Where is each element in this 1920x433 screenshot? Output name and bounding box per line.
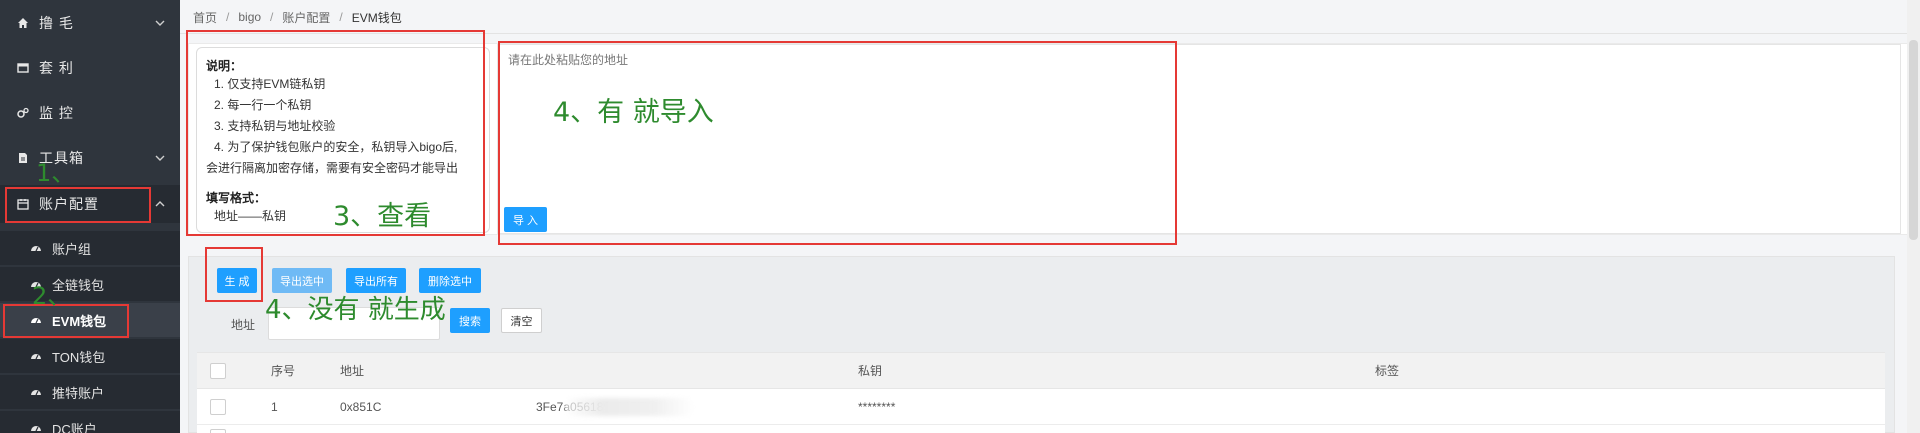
table-header: 序号 地址 私钥 标签 bbox=[197, 352, 1885, 389]
generate-button[interactable]: 生 成 bbox=[217, 268, 257, 293]
row-checkbox[interactable] bbox=[210, 429, 226, 433]
sidebar-item-evm-wallet[interactable]: EVM钱包 bbox=[0, 303, 180, 337]
breadcrumb-separator: / bbox=[339, 10, 343, 24]
sidebar-item-label: 套 利 bbox=[39, 60, 74, 76]
breadcrumb-bigo[interactable]: bigo bbox=[238, 10, 261, 24]
sidebar-item-label: 账户配置 bbox=[39, 196, 99, 212]
dashboard-icon bbox=[30, 422, 42, 433]
sidebar-item-label: 全链钱包 bbox=[52, 277, 105, 293]
sidebar-item-taoli[interactable]: 套 利 bbox=[0, 50, 180, 86]
address-search-input[interactable] bbox=[268, 307, 440, 340]
import-button[interactable]: 导 入 bbox=[504, 207, 547, 232]
window-icon bbox=[17, 62, 29, 74]
row-checkbox[interactable] bbox=[210, 398, 226, 415]
instructions-card: 说明： 1. 仅支持EVM链私钥 2. 每一行一个私钥 3. 支持私钥与地址校验… bbox=[196, 47, 490, 233]
app-window: 撸 毛 套 利 监 控 工具箱 账户配置 账户组 全链钱包 EVM钱包 TON钱… bbox=[0, 0, 1920, 433]
sidebar-item-label: TON钱包 bbox=[52, 349, 106, 365]
sidebar-item-ton-wallet[interactable]: TON钱包 bbox=[0, 339, 180, 373]
redacted-address-blur bbox=[564, 398, 694, 416]
sidebar-item-label: DC账户 bbox=[52, 421, 97, 433]
scrollbar[interactable] bbox=[1907, 0, 1920, 433]
address-label: 地址 bbox=[231, 318, 256, 332]
column-header-tag: 标签 bbox=[1375, 364, 1400, 378]
sidebar-item-jiankong[interactable]: 监 控 bbox=[0, 95, 180, 131]
sidebar-item-account-group[interactable]: 账户组 bbox=[0, 231, 180, 265]
sidebar-item-label: 推特账户 bbox=[52, 385, 105, 401]
format-line: 地址——私钥 bbox=[214, 209, 287, 223]
import-textarea[interactable] bbox=[498, 45, 1900, 233]
sidebar-item-account-config[interactable]: 账户配置 bbox=[0, 185, 180, 223]
sidebar-item-label: EVM钱包 bbox=[52, 313, 107, 329]
instruction-line: 2. 每一行一个私钥 bbox=[214, 98, 312, 112]
dashboard-icon bbox=[30, 350, 42, 362]
delete-selected-button[interactable]: 删除选中 bbox=[419, 268, 481, 293]
calendar-icon bbox=[17, 198, 29, 210]
import-textarea-box bbox=[497, 44, 1901, 234]
instruction-line: 3. 支持私钥与地址校验 bbox=[214, 119, 336, 133]
column-header-address: 地址 bbox=[340, 364, 365, 378]
sidebar-item-label: 撸 毛 bbox=[39, 15, 74, 31]
dashboard-icon bbox=[30, 242, 42, 254]
table-row[interactable] bbox=[197, 425, 1885, 433]
sidebar: 撸 毛 套 利 监 控 工具箱 账户配置 账户组 全链钱包 EVM钱包 TON钱… bbox=[0, 0, 180, 433]
dashboard-icon bbox=[30, 314, 42, 326]
header-checkbox-cell bbox=[210, 353, 226, 388]
row-address-prefix: 0x851C bbox=[340, 399, 382, 414]
sidebar-item-dc-account[interactable]: DC账户 bbox=[0, 411, 180, 433]
row-private-key: ******** bbox=[858, 399, 896, 414]
table-row[interactable]: 1 0x851C 3Fe7a0561896845Fb ******** bbox=[197, 389, 1885, 425]
sidebar-item-label: 账户组 bbox=[52, 241, 92, 257]
breadcrumb-evm-wallet: EVM钱包 bbox=[351, 10, 402, 25]
column-header-index: 序号 bbox=[271, 364, 296, 378]
breadcrumb-separator: / bbox=[226, 10, 230, 24]
sidebar-item-toolbox[interactable]: 工具箱 bbox=[0, 140, 180, 176]
dashboard-icon bbox=[30, 278, 42, 290]
dashboard-icon bbox=[30, 386, 42, 398]
column-header-private-key: 私钥 bbox=[858, 364, 883, 378]
export-all-button[interactable]: 导出所有 bbox=[346, 268, 406, 293]
chevron-down-icon bbox=[154, 152, 166, 164]
home-icon bbox=[17, 17, 29, 29]
clear-button[interactable]: 清空 bbox=[501, 308, 542, 333]
breadcrumb-account-config[interactable]: 账户配置 bbox=[282, 9, 330, 26]
instructions-title: 说明： bbox=[206, 59, 243, 73]
format-title: 填写格式： bbox=[206, 191, 267, 205]
instruction-line: 4. 为了保护钱包账户的安全，私钥导入bigo后, bbox=[214, 140, 458, 154]
sidebar-item-all-chain-wallet[interactable]: 全链钱包 bbox=[0, 267, 180, 301]
sidebar-item-lumao[interactable]: 撸 毛 bbox=[0, 5, 180, 41]
breadcrumb-home[interactable]: 首页 bbox=[193, 9, 217, 26]
file-icon bbox=[17, 152, 29, 164]
breadcrumb: 首页 / bigo / 账户配置 / EVM钱包 bbox=[193, 0, 402, 34]
select-all-checkbox[interactable] bbox=[210, 362, 226, 379]
chevron-up-icon bbox=[154, 198, 166, 210]
scroll-thumb[interactable] bbox=[1909, 40, 1918, 240]
row-checkbox-cell bbox=[210, 425, 226, 433]
sidebar-item-label: 监 控 bbox=[39, 105, 74, 121]
chevron-down-icon bbox=[154, 17, 166, 29]
search-button[interactable]: 搜索 bbox=[450, 308, 490, 333]
instruction-line: 会进行隔离加密存储，需要有安全密码才能导出 bbox=[206, 161, 459, 175]
header-divider bbox=[180, 33, 1920, 34]
breadcrumb-separator: / bbox=[270, 10, 274, 24]
gears-icon bbox=[17, 107, 29, 119]
sidebar-item-label: 工具箱 bbox=[39, 150, 84, 166]
row-index: 1 bbox=[271, 399, 278, 414]
sidebar-item-twitter-account[interactable]: 推特账户 bbox=[0, 375, 180, 409]
main-content: 首页 / bigo / 账户配置 / EVM钱包 说明： 1. 仅支持EVM链私… bbox=[180, 0, 1920, 433]
export-selected-button[interactable]: 导出选中 bbox=[272, 268, 332, 293]
row-checkbox-cell bbox=[210, 389, 226, 424]
instruction-line: 1. 仅支持EVM链私钥 bbox=[214, 77, 326, 91]
